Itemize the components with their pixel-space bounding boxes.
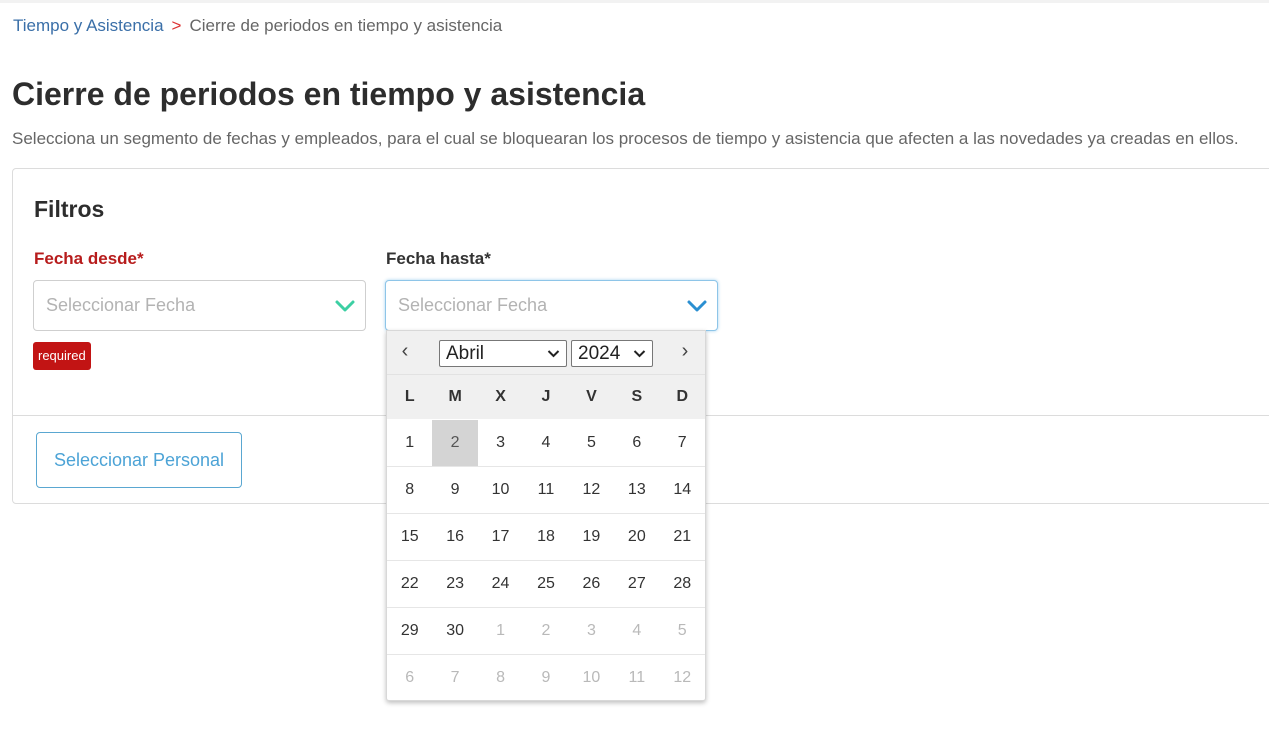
- calendar-day-other-month[interactable]: 6: [387, 655, 432, 701]
- calendar-day-other-month[interactable]: 3: [569, 608, 614, 654]
- prev-month-icon[interactable]: ‹: [393, 337, 417, 365]
- calendar-day[interactable]: 17: [478, 514, 523, 560]
- calendar-day-other-month[interactable]: 7: [432, 655, 477, 701]
- calendar-day[interactable]: 18: [523, 514, 568, 560]
- calendar-day[interactable]: 12: [569, 467, 614, 513]
- calendar-week-row: 1234567: [387, 420, 705, 467]
- calendar-day[interactable]: 25: [523, 561, 568, 607]
- chevron-down-icon: [633, 350, 646, 358]
- calendar-day[interactable]: 19: [569, 514, 614, 560]
- weekday-label: V: [586, 388, 597, 405]
- calendar-day-other-month[interactable]: 8: [478, 655, 523, 701]
- fecha-desde-label: Fecha desde*: [34, 249, 144, 268]
- month-select[interactable]: Abril: [439, 340, 567, 367]
- calendar-day[interactable]: 15: [387, 514, 432, 560]
- fecha-desde-input[interactable]: Seleccionar Fecha: [33, 280, 366, 331]
- page-title: Cierre de periodos en tiempo y asistenci…: [12, 76, 646, 112]
- page-description: Selecciona un segmento de fechas y emple…: [12, 129, 1239, 148]
- calendar-day[interactable]: 13: [614, 467, 659, 513]
- calendar-week-row: 6 7 8 9 10 11 12: [387, 655, 705, 701]
- chevron-down-icon: [687, 300, 707, 312]
- calendar-day[interactable]: 28: [660, 561, 705, 607]
- calendar-day[interactable]: 24: [478, 561, 523, 607]
- breadcrumb: Tiempo y Asistencia > Cierre de periodos e…: [13, 16, 502, 36]
- weekday-label: J: [541, 388, 551, 405]
- weekday-label: S: [631, 388, 643, 405]
- calendar-day[interactable]: 21: [660, 514, 705, 560]
- fecha-desde-placeholder: Seleccionar Fecha: [46, 295, 196, 315]
- breadcrumb-link-tiempo-asistencia[interactable]: Tiempo y Asistencia: [13, 16, 164, 35]
- calendar-day[interactable]: 16: [432, 514, 477, 560]
- fecha-hasta-label: Fecha hasta*: [386, 249, 491, 268]
- calendar-day[interactable]: 20: [614, 514, 659, 560]
- calendar-day[interactable]: 5: [569, 420, 614, 466]
- filters-title: Filtros: [34, 196, 105, 222]
- calendar-day[interactable]: 23: [432, 561, 477, 607]
- weekday-label: L: [404, 388, 415, 405]
- calendar-day-other-month[interactable]: 2: [523, 608, 568, 654]
- calendar-day-other-month[interactable]: 5: [660, 608, 705, 654]
- calendar-days-grid: 1 2 3 4 5 6 7 8 9 10 11 12 13 14 15 16 17 18 19 20 21 22 23 24 2…: [387, 420, 705, 701]
- calendar-week-row: 8 9 10 11 12 13 14: [387, 467, 705, 514]
- calendar-day[interactable]: 9: [432, 467, 477, 513]
- fecha-hasta-input[interactable]: Seleccionar Fecha: [385, 280, 718, 331]
- calendar-day[interactable]: 6: [614, 420, 659, 466]
- next-month-icon[interactable]: ›: [673, 337, 697, 365]
- calendar-week-row: 29 30 1 2 3 4 5: [387, 608, 705, 655]
- breadcrumb-separator: >: [171, 16, 182, 35]
- calendar-day-selected[interactable]: 2: [432, 420, 478, 466]
- select-personnel-button[interactable]: Seleccionar Personal: [36, 432, 242, 488]
- chevron-down-icon: [547, 350, 560, 358]
- calendar-day[interactable]: 22: [387, 561, 432, 607]
- month-select-value: Abril: [446, 343, 485, 364]
- weekday-label: D: [676, 388, 689, 405]
- calendar-day[interactable]: 8: [387, 467, 432, 513]
- calendar-day-other-month[interactable]: 11: [614, 655, 659, 701]
- calendar-day[interactable]: 29: [387, 608, 432, 654]
- calendar-day[interactable]: 26: [569, 561, 614, 607]
- calendar-day[interactable]: 27: [614, 561, 659, 607]
- year-select-value: 2024: [578, 343, 621, 364]
- weekday-label: X: [495, 388, 506, 405]
- calendar-day[interactable]: 11: [523, 467, 568, 513]
- calendar-day-other-month[interactable]: 10: [569, 655, 614, 701]
- calendar-week-row: 22 23 24 25 26 27 28: [387, 561, 705, 608]
- weekday-header: L M X J V S D: [387, 375, 705, 419]
- calendar-day-other-month[interactable]: 1: [478, 608, 523, 654]
- calendar-day-other-month[interactable]: 4: [614, 608, 659, 654]
- top-bar: [0, 0, 1269, 3]
- date-picker-calendar: ‹ Abril 2024 › L M X J V S D 1 2 3 4 5 6 7 8 9 10…: [386, 330, 706, 701]
- chevron-down-icon: [335, 300, 355, 312]
- calendar-day[interactable]: 4: [523, 420, 568, 466]
- calendar-day[interactable]: 30: [432, 608, 477, 654]
- weekday-label: M: [448, 388, 462, 405]
- required-error-badge: required: [33, 342, 91, 370]
- calendar-day-other-month[interactable]: 9: [523, 655, 568, 701]
- calendar-day[interactable]: 1: [387, 420, 432, 466]
- calendar-day[interactable]: 14: [660, 467, 705, 513]
- breadcrumb-current: Cierre de periodos en tiempo y asistenci…: [189, 16, 503, 35]
- fecha-hasta-placeholder: Seleccionar Fecha: [398, 295, 548, 315]
- calendar-day[interactable]: 7: [660, 420, 705, 466]
- calendar-day[interactable]: 3: [478, 420, 523, 466]
- calendar-header: ‹ Abril 2024 ›: [387, 331, 705, 375]
- calendar-week-row: 15 16 17 18 19 20 21: [387, 514, 705, 561]
- calendar-day-other-month[interactable]: 12: [660, 655, 705, 701]
- year-select[interactable]: 2024: [571, 340, 653, 367]
- calendar-day[interactable]: 10: [478, 467, 523, 513]
